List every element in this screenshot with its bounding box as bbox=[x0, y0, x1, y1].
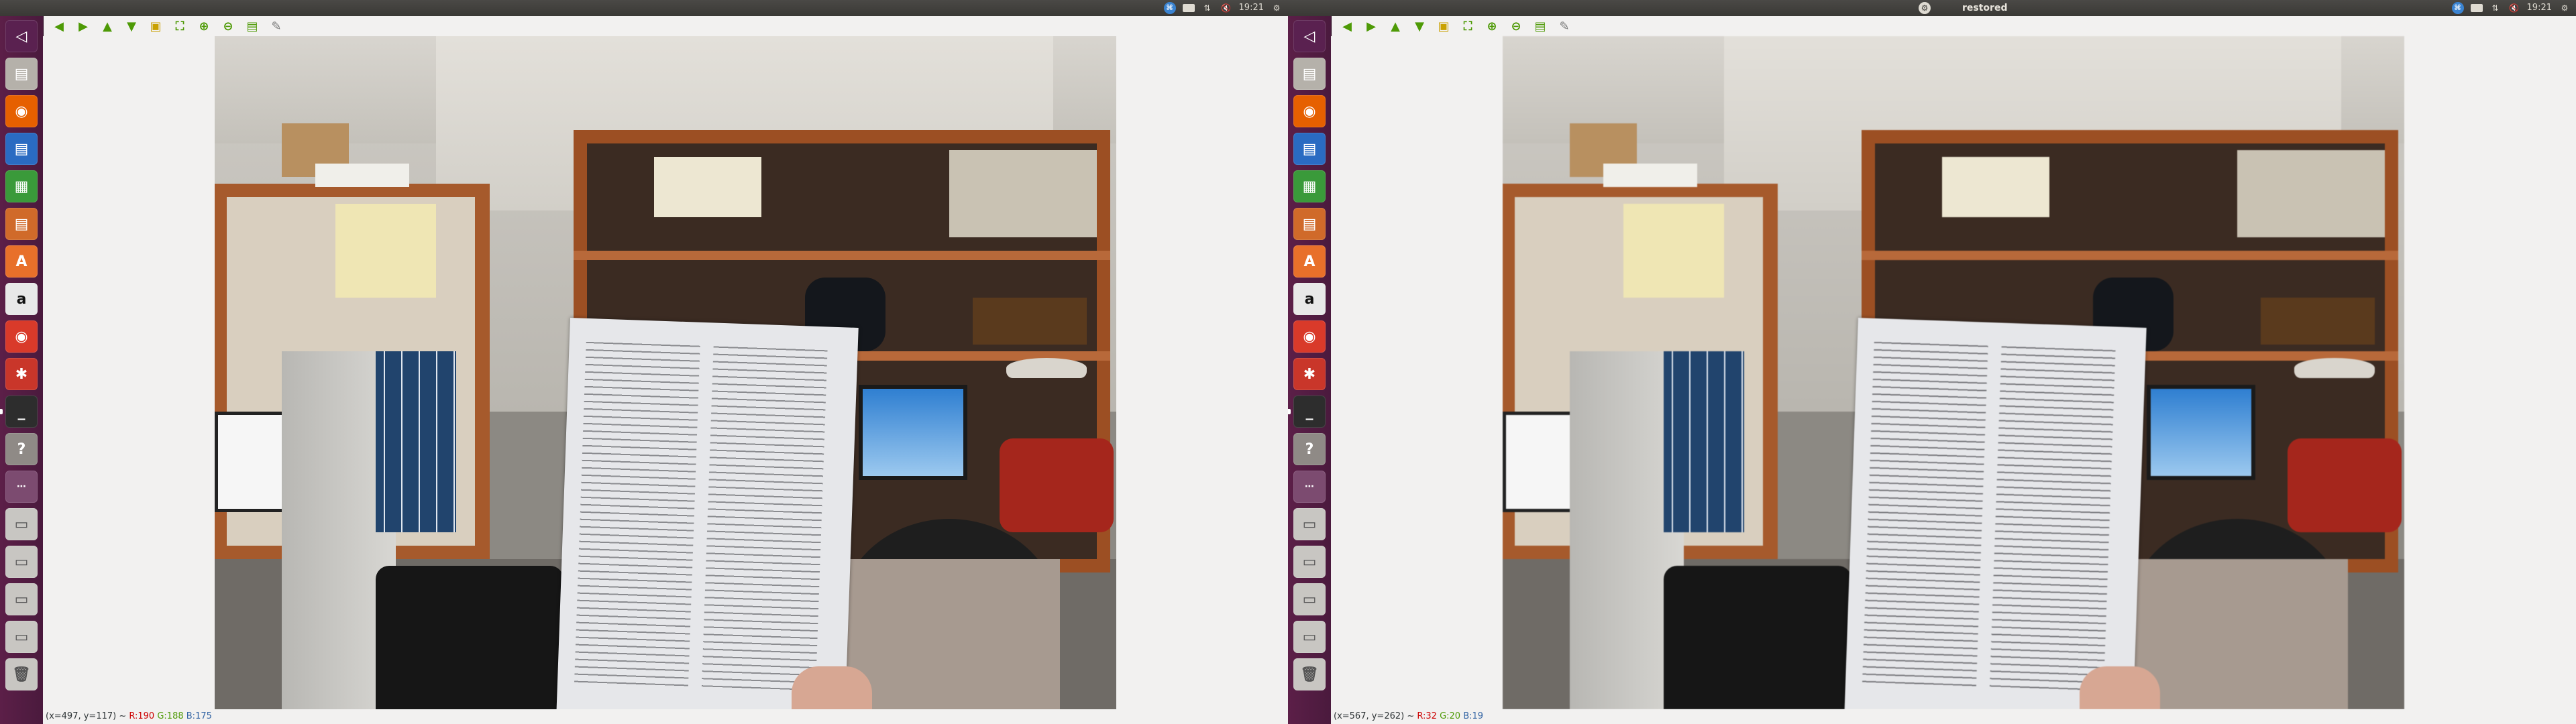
zoom-fit-icon[interactable]: ⛶ bbox=[1460, 18, 1476, 34]
arrow-down-icon[interactable]: ▼ bbox=[1411, 18, 1428, 34]
writer-icon[interactable]: ▤ bbox=[1293, 133, 1326, 165]
calc-icon[interactable]: ▦ bbox=[5, 170, 38, 202]
arrow-down-icon[interactable]: ▼ bbox=[123, 18, 140, 34]
drive-icon[interactable]: ▭ bbox=[5, 508, 38, 540]
trash-icon[interactable]: 🗑 bbox=[5, 658, 38, 690]
impress-icon[interactable]: ▤ bbox=[5, 208, 38, 240]
chat-icon[interactable]: ⌘ bbox=[2451, 2, 2464, 14]
amazon-icon[interactable]: a bbox=[5, 283, 38, 315]
calc-icon[interactable]: ▦ bbox=[1293, 170, 1326, 202]
workspace-icon[interactable]: ⋯ bbox=[1293, 471, 1326, 503]
chrome-icon[interactable]: ◉ bbox=[1293, 320, 1326, 353]
status-g: G:20 bbox=[1440, 711, 1461, 721]
launcher: ◁ ▤ ◉ ▤ ▦ ▤ A a ◉ ✱ _ ? ⋯ ▭ ▭ ▭ ▭ 🗑 bbox=[1288, 16, 1332, 724]
camera-image-restored[interactable] bbox=[1503, 36, 2404, 709]
keyboard-icon[interactable] bbox=[2470, 3, 2483, 13]
files-icon[interactable]: ▤ bbox=[5, 58, 38, 90]
session-gear-icon[interactable]: ⚙ bbox=[1919, 2, 1931, 14]
zoom-in-icon[interactable]: ⊕ bbox=[1484, 18, 1500, 34]
document-page bbox=[556, 318, 859, 709]
screen-right: restored ⌘ ⇅ 🔇 19:21 ⚙ ⚙ ◁ ▤ ◉ ▤ ▦ ▤ A a… bbox=[1288, 0, 2576, 724]
gear-icon[interactable]: ⚙ bbox=[2559, 3, 2571, 13]
viewer-toolbar: ◀ ▶ ▲ ▼ ▣ ⛶ ⊕ ⊖ ▤ ✎ bbox=[1331, 16, 1572, 36]
arrow-up-icon[interactable]: ▲ bbox=[1387, 18, 1403, 34]
drive-icon[interactable]: ▭ bbox=[1293, 583, 1326, 615]
status-b: B:175 bbox=[186, 711, 212, 721]
image-canvas[interactable] bbox=[43, 36, 1288, 709]
files-icon[interactable]: ▤ bbox=[1293, 58, 1326, 90]
terminal-icon[interactable]: _ bbox=[1293, 396, 1326, 428]
clock[interactable]: 19:21 bbox=[1239, 0, 1264, 16]
document-page bbox=[1844, 318, 2147, 709]
back-icon[interactable]: ◁ bbox=[5, 20, 38, 52]
system-tray: ⌘ ⇅ 🔇 19:21 ⚙ bbox=[2451, 0, 2571, 16]
settings-icon[interactable]: ✱ bbox=[5, 358, 38, 390]
firefox-icon[interactable]: ◉ bbox=[5, 95, 38, 127]
network-arrows-icon[interactable]: ⇅ bbox=[2489, 3, 2502, 13]
status-g: G:188 bbox=[157, 711, 184, 721]
properties-icon[interactable]: ✎ bbox=[268, 18, 284, 34]
save-image-icon[interactable]: ▣ bbox=[148, 18, 164, 34]
arrow-right-icon[interactable]: ▶ bbox=[1363, 18, 1379, 34]
gear-icon[interactable]: ⚙ bbox=[1271, 3, 1283, 13]
firefox-icon[interactable]: ◉ bbox=[1293, 95, 1326, 127]
writer-icon[interactable]: ▤ bbox=[5, 133, 38, 165]
help-icon[interactable]: ? bbox=[5, 433, 38, 465]
zoom-out-icon[interactable]: ⊖ bbox=[220, 18, 236, 34]
properties-icon[interactable]: ✎ bbox=[1556, 18, 1572, 34]
software-center-icon[interactable]: A bbox=[5, 245, 38, 278]
status-coords: (x=567, y=262) ~ bbox=[1334, 711, 1415, 721]
top-panel: restored ⌘ ⇅ 🔇 19:21 ⚙ bbox=[1288, 0, 2576, 16]
drive-icon[interactable]: ▭ bbox=[1293, 546, 1326, 578]
arrow-left-icon[interactable]: ◀ bbox=[51, 18, 67, 34]
status-bar: (x=497, y=117) ~ R:190 G:188 B:175 bbox=[43, 709, 1288, 724]
speaker-muted-icon[interactable]: 🔇 bbox=[2508, 3, 2520, 13]
system-tray: ⌘ ⇅ 🔇 19:21 ⚙ bbox=[1163, 0, 1283, 16]
camera-image-original[interactable] bbox=[215, 36, 1116, 709]
drive-icon[interactable]: ▭ bbox=[5, 546, 38, 578]
settings-icon[interactable]: ✱ bbox=[1293, 358, 1326, 390]
status-r: R:190 bbox=[129, 711, 155, 721]
viewer-toolbar: ◀ ▶ ▲ ▼ ▣ ⛶ ⊕ ⊖ ▤ ✎ bbox=[43, 16, 284, 36]
speaker-muted-icon[interactable]: 🔇 bbox=[1220, 3, 1232, 13]
zoom-out-icon[interactable]: ⊖ bbox=[1508, 18, 1524, 34]
terminal-icon[interactable]: _ bbox=[5, 396, 38, 428]
network-arrows-icon[interactable]: ⇅ bbox=[1201, 3, 1214, 13]
save-icon[interactable]: ▤ bbox=[1532, 18, 1548, 34]
chat-icon[interactable]: ⌘ bbox=[1163, 2, 1176, 14]
launcher: ◁ ▤ ◉ ▤ ▦ ▤ A a ◉ ✱ _ ? ⋯ ▭ ▭ ▭ ▭ 🗑 bbox=[0, 16, 44, 724]
save-image-icon[interactable]: ▣ bbox=[1436, 18, 1452, 34]
status-b: B:19 bbox=[1463, 711, 1484, 721]
software-center-icon[interactable]: A bbox=[1293, 245, 1326, 278]
status-r: R:32 bbox=[1417, 711, 1437, 721]
impress-icon[interactable]: ▤ bbox=[1293, 208, 1326, 240]
help-icon[interactable]: ? bbox=[1293, 433, 1326, 465]
zoom-fit-icon[interactable]: ⛶ bbox=[172, 18, 188, 34]
arrow-right-icon[interactable]: ▶ bbox=[75, 18, 91, 34]
chrome-icon[interactable]: ◉ bbox=[5, 320, 38, 353]
drive-icon[interactable]: ▭ bbox=[1293, 508, 1326, 540]
image-canvas[interactable] bbox=[1331, 36, 2576, 709]
drive-icon[interactable]: ▭ bbox=[5, 583, 38, 615]
save-icon[interactable]: ▤ bbox=[244, 18, 260, 34]
clock[interactable]: 19:21 bbox=[2527, 0, 2552, 16]
arrow-left-icon[interactable]: ◀ bbox=[1339, 18, 1355, 34]
top-panel: ⌘ ⇅ 🔇 19:21 ⚙ bbox=[0, 0, 1288, 16]
keyboard-icon[interactable] bbox=[1182, 3, 1195, 13]
screen-left: ⌘ ⇅ 🔇 19:21 ⚙ ◁ ▤ ◉ ▤ ▦ ▤ A a ◉ ✱ _ ? ⋯ … bbox=[0, 0, 1288, 724]
arrow-up-icon[interactable]: ▲ bbox=[99, 18, 115, 34]
workspace-icon[interactable]: ⋯ bbox=[5, 471, 38, 503]
zoom-in-icon[interactable]: ⊕ bbox=[196, 18, 212, 34]
status-bar: (x=567, y=262) ~ R:32 G:20 B:19 bbox=[1331, 709, 2576, 724]
drive-icon[interactable]: ▭ bbox=[5, 621, 38, 653]
trash-icon[interactable]: 🗑 bbox=[1293, 658, 1326, 690]
window-title: restored bbox=[1962, 3, 2008, 13]
back-icon[interactable]: ◁ bbox=[1293, 20, 1326, 52]
status-coords: (x=497, y=117) ~ bbox=[46, 711, 127, 721]
amazon-icon[interactable]: a bbox=[1293, 283, 1326, 315]
drive-icon[interactable]: ▭ bbox=[1293, 621, 1326, 653]
